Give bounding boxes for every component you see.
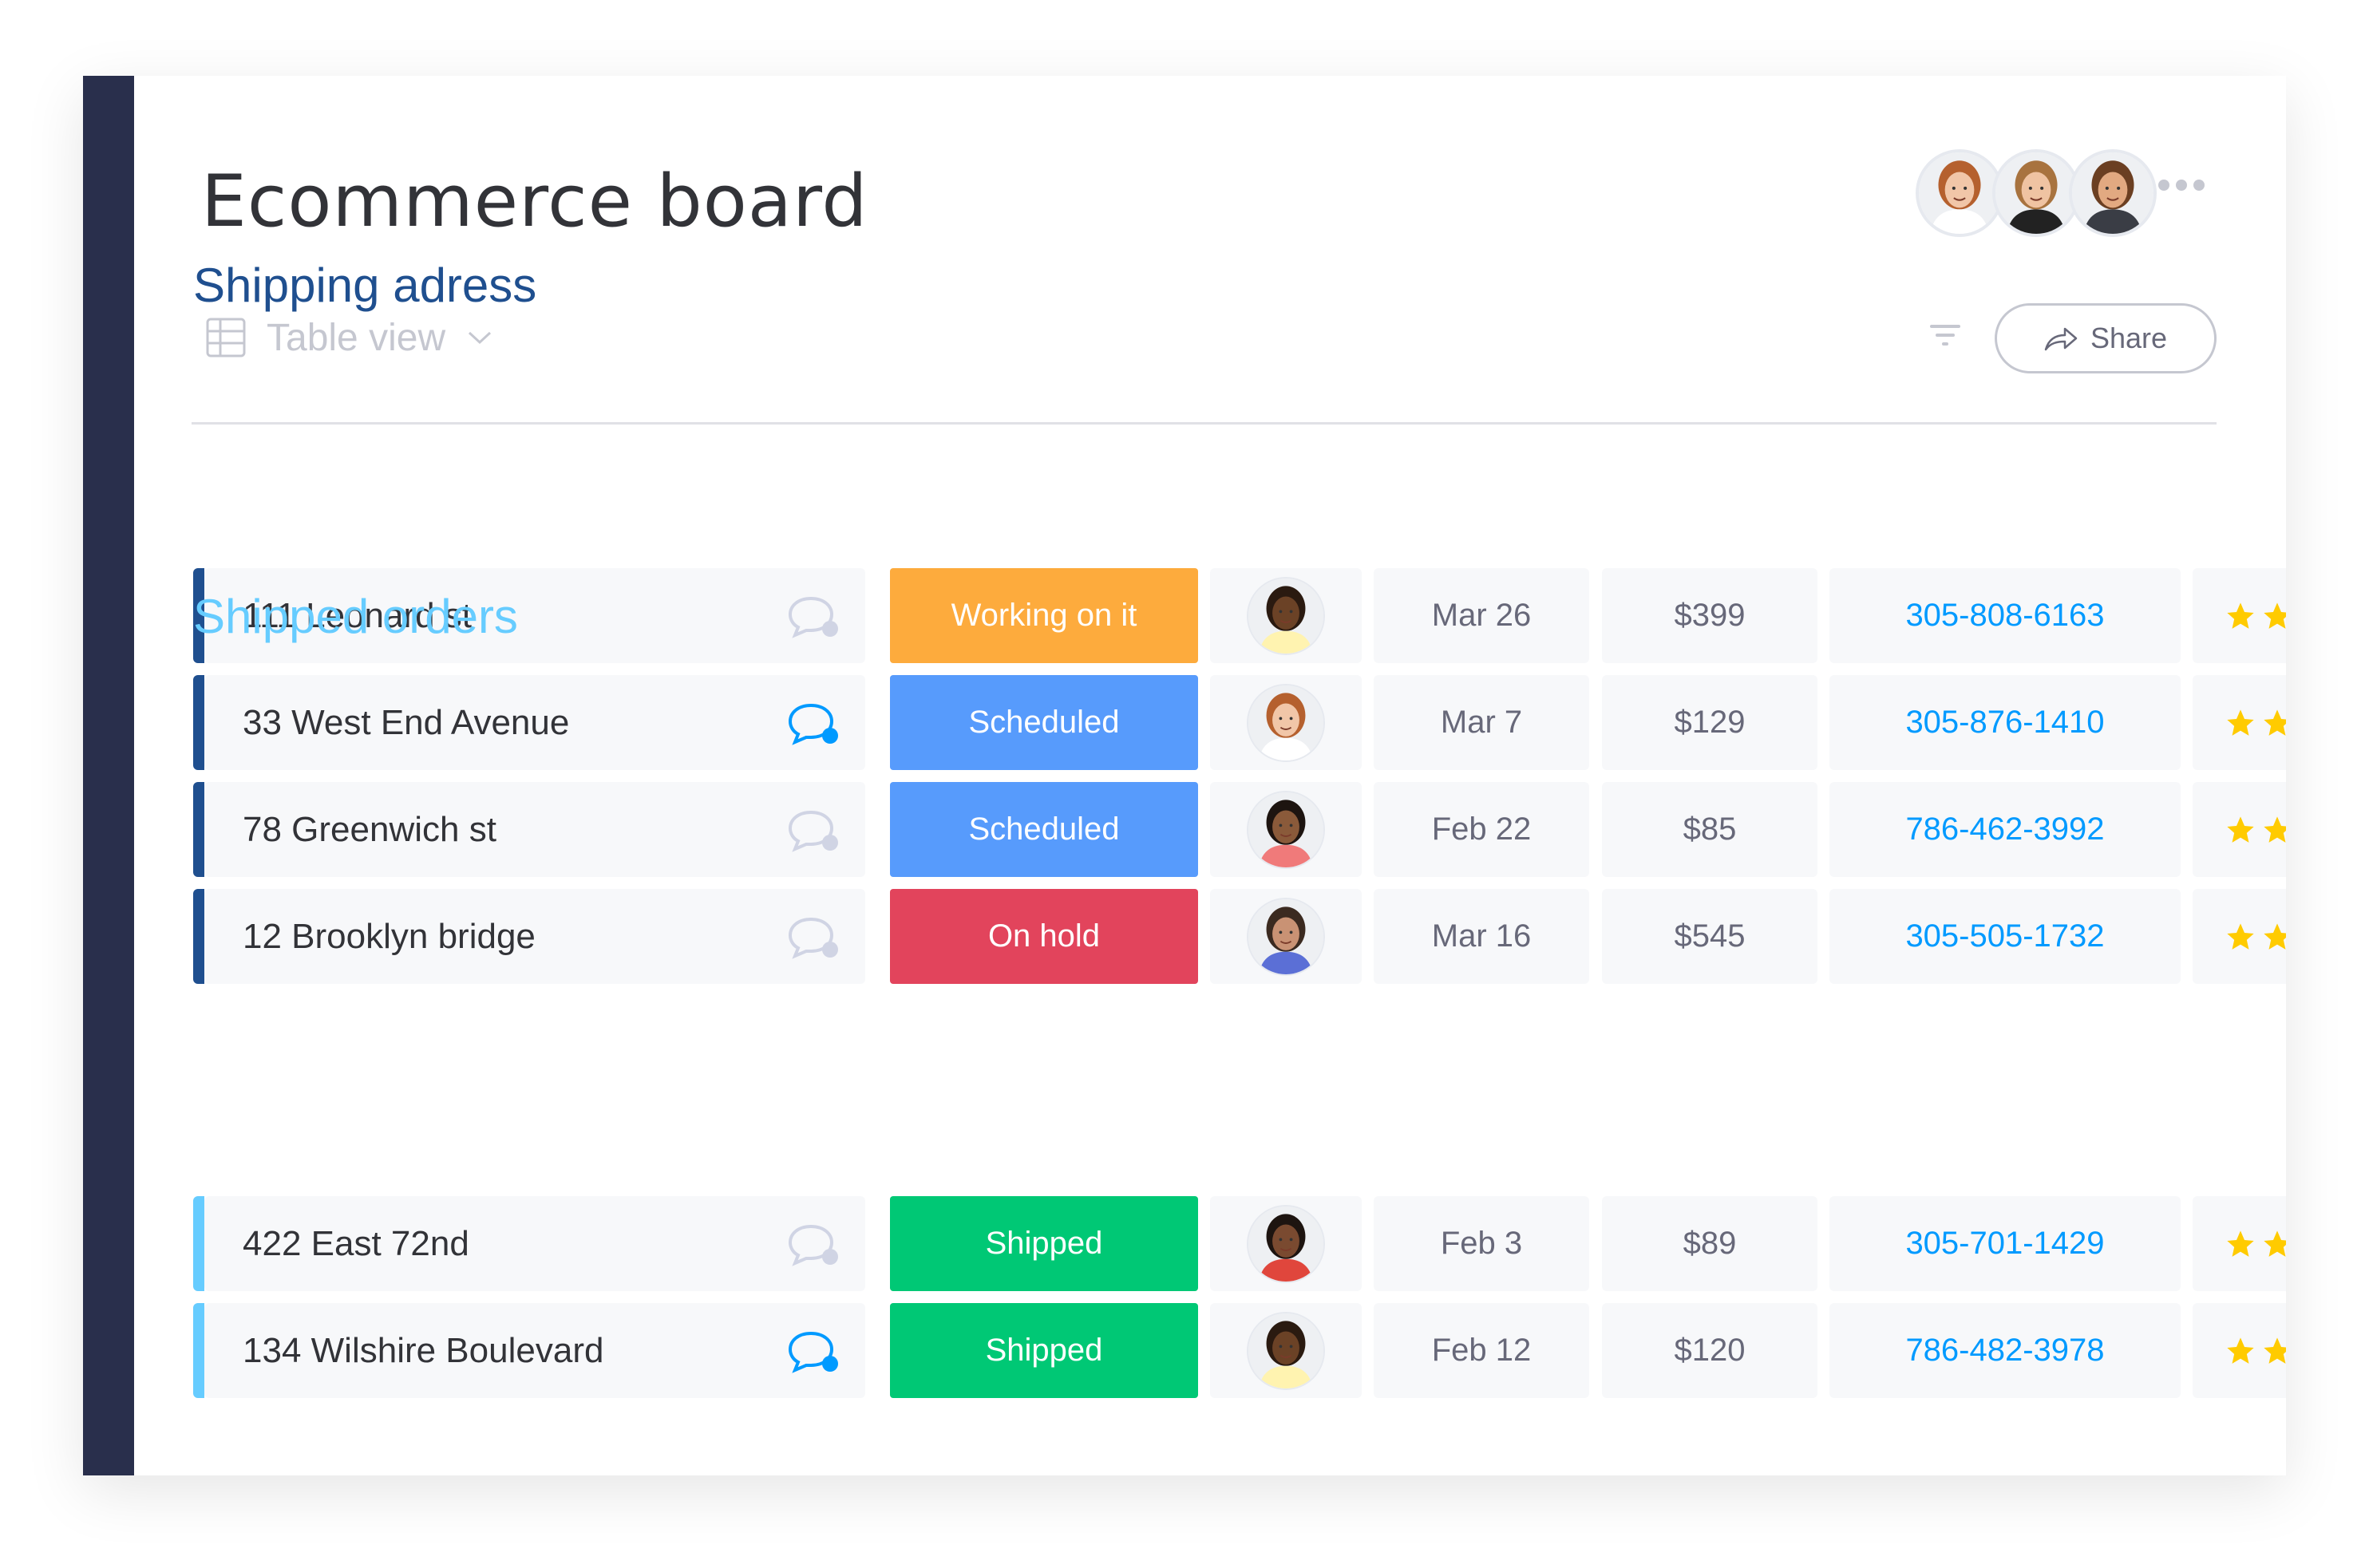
avatar (1247, 790, 1325, 869)
chat-icon[interactable] (787, 1223, 841, 1277)
avatar (1247, 1204, 1325, 1283)
avatar (1247, 1311, 1325, 1390)
star-icon[interactable] (2261, 1228, 2286, 1260)
more-options-icon[interactable] (2158, 180, 2205, 191)
date-cell[interactable]: Mar 26 (1374, 568, 1589, 663)
table-row: 78 Greenwich st Scheduled Feb 22 $85 786-462… (193, 782, 2286, 877)
status-cell[interactable]: Scheduled (890, 782, 1198, 877)
status-cell[interactable]: Shipped (890, 1196, 1198, 1291)
table-row: 134 Wilshire Boulevard Shipped Feb 12 $120 7… (193, 1303, 2286, 1398)
price-cell[interactable]: $129 (1602, 675, 1817, 770)
group-color-bar (193, 889, 204, 984)
star-icon[interactable] (2225, 814, 2256, 846)
person-cell[interactable] (1210, 782, 1362, 877)
filter-icon[interactable] (1930, 323, 1960, 347)
phone-cell[interactable]: 786-482-3978 (1829, 1303, 2181, 1398)
person-cell[interactable] (1210, 568, 1362, 663)
star-icon[interactable] (2261, 1335, 2286, 1367)
rating-cell[interactable] (2193, 568, 2286, 663)
person-cell[interactable] (1210, 1196, 1362, 1291)
item-name: 134 Wilshire Boulevard (243, 1330, 604, 1370)
avatar[interactable] (2069, 149, 2157, 237)
avatar[interactable] (1916, 149, 2003, 237)
star-icon[interactable] (2225, 921, 2256, 953)
rating-cell[interactable] (2193, 889, 2286, 984)
item-name: 33 West End Avenue (243, 702, 570, 742)
status-cell[interactable]: Scheduled (890, 675, 1198, 770)
status-cell[interactable]: Shipped (890, 1303, 1198, 1398)
avatar (1247, 897, 1325, 976)
date-cell[interactable]: Mar 16 (1374, 889, 1589, 984)
chevron-down-icon (469, 331, 492, 345)
chat-icon[interactable] (787, 595, 841, 649)
person-cell[interactable] (1210, 1303, 1362, 1398)
view-selector[interactable]: Table view (206, 315, 512, 360)
board-card: Ecommerce board Table view Share Shippin… (83, 76, 2286, 1475)
item-name-cell[interactable]: 33 West End Avenue (204, 675, 865, 770)
avatar[interactable] (1992, 149, 2080, 237)
share-button[interactable]: Share (1995, 303, 2217, 373)
page-title: Ecommerce board (201, 160, 868, 243)
status-cell[interactable]: Working on it (890, 568, 1198, 663)
chat-icon[interactable] (787, 809, 841, 863)
sidebar (83, 76, 134, 1475)
star-icon[interactable] (2261, 707, 2286, 739)
date-cell[interactable]: Feb 3 (1374, 1196, 1589, 1291)
group-color-bar (193, 782, 204, 877)
phone-cell[interactable]: 786-462-3992 (1829, 782, 2181, 877)
star-icon[interactable] (2225, 600, 2256, 632)
price-cell[interactable]: $545 (1602, 889, 1817, 984)
star-icon[interactable] (2225, 707, 2256, 739)
date-cell[interactable]: Feb 22 (1374, 782, 1589, 877)
item-name: 12 Brooklyn bridge (243, 916, 536, 956)
phone-cell[interactable]: 305-505-1732 (1829, 889, 2181, 984)
item-name-cell[interactable]: 78 Greenwich st (204, 782, 865, 877)
item-name-cell[interactable]: 12 Brooklyn bridge (204, 889, 865, 984)
share-icon (2044, 327, 2078, 351)
person-cell[interactable] (1210, 889, 1362, 984)
table-row: 422 East 72nd Shipped Feb 3 $89 305-701-1429 (193, 1196, 2286, 1291)
group-color-bar (193, 675, 204, 770)
rating-cell[interactable] (2193, 1303, 2286, 1398)
view-label: Table view (267, 316, 446, 359)
group-color-bar (193, 1196, 204, 1291)
table-row: 12 Brooklyn bridge On hold Mar 16 $545 305-5… (193, 889, 2286, 984)
star-icon[interactable] (2225, 1335, 2256, 1367)
star-icon[interactable] (2261, 600, 2286, 632)
member-avatars[interactable] (1916, 149, 2157, 237)
table-icon (206, 318, 246, 357)
phone-cell[interactable]: 305-701-1429 (1829, 1196, 2181, 1291)
phone-cell[interactable]: 305-876-1410 (1829, 675, 2181, 770)
price-cell[interactable]: $89 (1602, 1196, 1817, 1291)
price-cell[interactable]: $85 (1602, 782, 1817, 877)
chat-icon[interactable] (787, 702, 841, 756)
group-title[interactable]: Shipped orders (193, 589, 518, 644)
price-cell[interactable]: $399 (1602, 568, 1817, 663)
header-divider (192, 422, 2217, 425)
price-cell[interactable]: $120 (1602, 1303, 1817, 1398)
star-icon[interactable] (2225, 1228, 2256, 1260)
status-cell[interactable]: On hold (890, 889, 1198, 984)
star-icon[interactable] (2261, 921, 2286, 953)
group-title[interactable]: Shipping adress (193, 258, 536, 313)
avatar (1247, 576, 1325, 655)
rating-cell[interactable] (2193, 675, 2286, 770)
item-name-cell[interactable]: 422 East 72nd (204, 1196, 865, 1291)
date-cell[interactable]: Mar 7 (1374, 675, 1589, 770)
table-row: 33 West End Avenue Scheduled Mar 7 $129 305-… (193, 675, 2286, 770)
phone-cell[interactable]: 305-808-6163 (1829, 568, 2181, 663)
person-cell[interactable] (1210, 675, 1362, 770)
rating-cell[interactable] (2193, 782, 2286, 877)
chat-icon[interactable] (787, 1330, 841, 1384)
star-icon[interactable] (2261, 814, 2286, 846)
item-name-cell[interactable]: 134 Wilshire Boulevard (204, 1303, 865, 1398)
avatar (1247, 683, 1325, 762)
share-label: Share (2090, 322, 2168, 354)
group-color-bar (193, 1303, 204, 1398)
rating-cell[interactable] (2193, 1196, 2286, 1291)
item-name: 422 East 72nd (243, 1223, 469, 1263)
date-cell[interactable]: Feb 12 (1374, 1303, 1589, 1398)
item-name: 78 Greenwich st (243, 809, 496, 849)
chat-icon[interactable] (787, 916, 841, 970)
